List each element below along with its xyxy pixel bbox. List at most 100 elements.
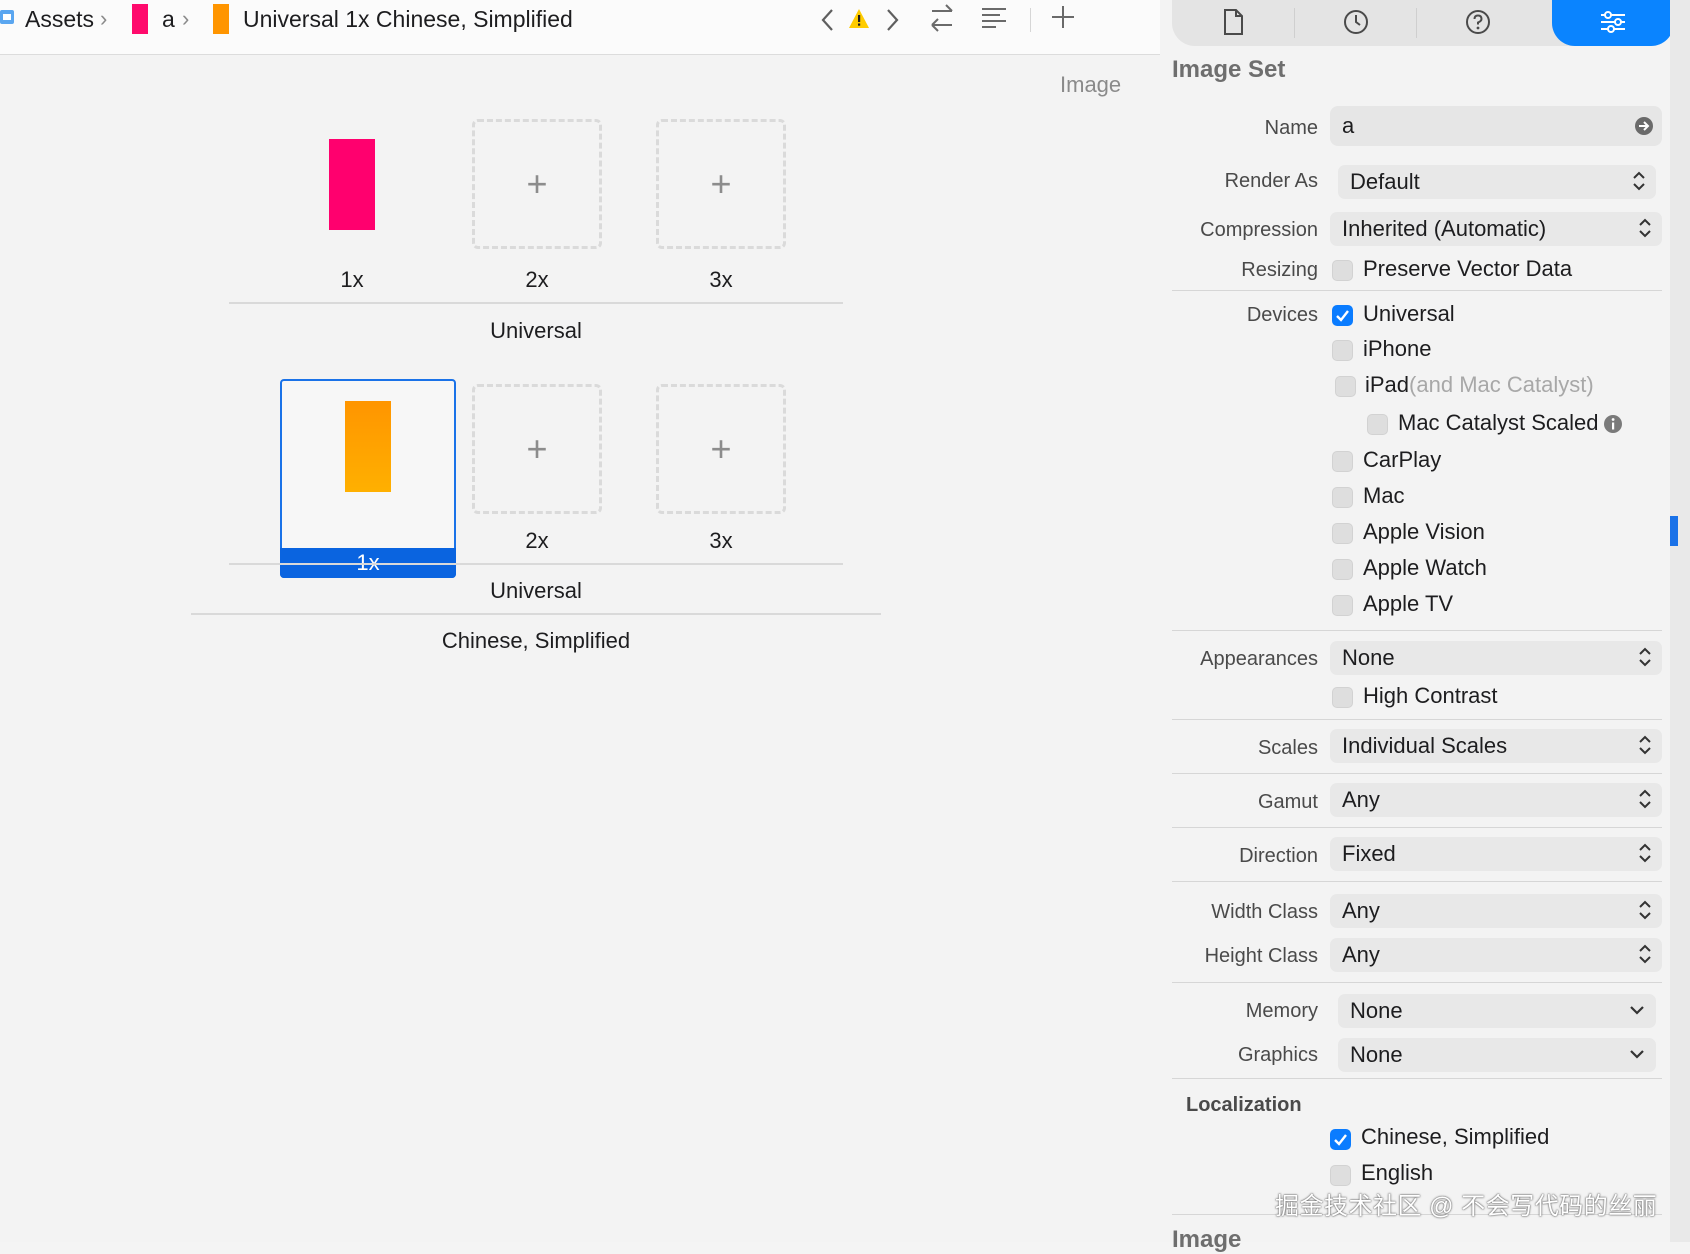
name-value: a bbox=[1342, 113, 1355, 138]
attributes-inspector: Image Set Name a Render As Default Compr… bbox=[1160, 0, 1674, 1253]
compression-popup[interactable]: Inherited (Automatic) bbox=[1330, 212, 1662, 246]
section-divider bbox=[1172, 290, 1662, 291]
popup-arrows-icon bbox=[1639, 789, 1651, 809]
device-ipad-text: iPad(and Mac Catalyst) bbox=[1365, 372, 1594, 398]
popup-arrows-icon bbox=[1639, 843, 1651, 863]
graphics-popup[interactable]: None bbox=[1338, 1038, 1656, 1072]
breadcrumb-image[interactable]: Universal 1x Chinese, Simplified bbox=[243, 0, 573, 38]
device-iphone-label: iPhone bbox=[1363, 336, 1432, 361]
tab-attributes-inspector[interactable] bbox=[1552, 0, 1674, 46]
add-image-icon: + bbox=[710, 428, 732, 469]
localization-header: Localization bbox=[1186, 1094, 1302, 1116]
group-divider bbox=[229, 302, 843, 304]
jump-bar: Assets › a › Universal 1x Chinese, Simpl… bbox=[0, 0, 1160, 55]
height-class-popup[interactable]: Any bbox=[1330, 938, 1662, 972]
inspector-title: Image Set bbox=[1172, 56, 1286, 83]
name-field[interactable]: a bbox=[1330, 106, 1662, 146]
add-image-icon: + bbox=[526, 428, 548, 469]
high-contrast-checkbox[interactable] bbox=[1332, 687, 1353, 708]
editor-options-icon[interactable] bbox=[980, 4, 1008, 37]
localization-english-label: English bbox=[1361, 1160, 1434, 1185]
device-ipad-checkbox[interactable] bbox=[1335, 376, 1356, 397]
add-icon[interactable] bbox=[1050, 4, 1076, 35]
file-inspector-icon bbox=[1224, 9, 1243, 35]
section-divider bbox=[1172, 630, 1662, 631]
image-slot-1x[interactable] bbox=[287, 119, 417, 249]
device-universal-checkbox[interactable] bbox=[1332, 305, 1353, 326]
device-carplay-label: CarPlay bbox=[1363, 447, 1442, 472]
device-iphone-checkbox[interactable] bbox=[1332, 340, 1353, 361]
section-divider bbox=[1172, 719, 1662, 720]
device-apple-watch-label: Apple Watch bbox=[1363, 555, 1487, 580]
device-ipad-suffix: (and Mac Catalyst) bbox=[1409, 372, 1594, 397]
section-divider bbox=[1172, 881, 1662, 882]
scale-label: 2x bbox=[525, 267, 549, 292]
gamut-popup[interactable]: Any bbox=[1330, 783, 1662, 817]
popup-arrows-icon bbox=[1639, 647, 1651, 667]
window-edge bbox=[1670, 0, 1690, 1242]
section-divider bbox=[1172, 982, 1662, 983]
warning-icon[interactable] bbox=[848, 8, 870, 35]
direction-label: Direction bbox=[1239, 845, 1318, 867]
scale-label: 3x bbox=[709, 528, 733, 553]
forward-icon[interactable] bbox=[884, 8, 900, 37]
name-label: Name bbox=[1264, 117, 1318, 139]
group-label-universal: Universal bbox=[490, 578, 582, 603]
chevron-down-icon bbox=[1630, 1050, 1644, 1059]
device-mac-catalyst-scaled-checkbox[interactable] bbox=[1367, 414, 1388, 435]
localization-english-checkbox[interactable] bbox=[1330, 1165, 1351, 1186]
device-apple-watch-checkbox[interactable] bbox=[1332, 559, 1353, 580]
device-mac-catalyst-scaled-label: Mac Catalyst Scaled bbox=[1398, 410, 1599, 435]
localization-chinese-simplified-checkbox[interactable] bbox=[1330, 1129, 1351, 1150]
image-slot-3x[interactable]: + bbox=[656, 119, 786, 249]
popup-arrows-icon bbox=[1639, 944, 1651, 964]
attributes-inspector-icon bbox=[1601, 11, 1625, 33]
checkmark-icon bbox=[1334, 1134, 1347, 1146]
inspector-tab-bar bbox=[1172, 0, 1674, 46]
group-label-universal: Universal bbox=[490, 318, 582, 343]
popup-arrows-icon bbox=[1639, 218, 1651, 238]
breadcrumb-image-set[interactable]: a bbox=[162, 0, 175, 38]
breadcrumb-assets[interactable]: Assets bbox=[25, 0, 94, 38]
appearances-popup[interactable]: None bbox=[1330, 641, 1662, 675]
device-apple-vision-checkbox[interactable] bbox=[1332, 523, 1353, 544]
image-slot-2x[interactable]: + bbox=[472, 384, 602, 514]
image-thumbnail bbox=[329, 139, 375, 230]
compression-label: Compression bbox=[1200, 219, 1318, 241]
canvas-header-image: Image bbox=[1060, 72, 1122, 97]
preserve-vector-data-checkbox[interactable] bbox=[1332, 260, 1353, 281]
scales-popup[interactable]: Individual Scales bbox=[1330, 729, 1662, 763]
group-divider bbox=[229, 563, 843, 565]
tab-help-inspector[interactable] bbox=[1416, 0, 1538, 46]
info-icon[interactable] bbox=[1603, 414, 1623, 434]
device-mac-checkbox[interactable] bbox=[1332, 487, 1353, 508]
tab-file-inspector[interactable] bbox=[1172, 0, 1294, 46]
add-image-icon: + bbox=[710, 163, 732, 204]
back-icon[interactable] bbox=[820, 8, 836, 37]
gamut-value: Any bbox=[1342, 787, 1380, 812]
render-as-popup[interactable]: Default bbox=[1338, 165, 1656, 199]
image-slot-2x[interactable]: + bbox=[472, 119, 602, 249]
width-class-value: Any bbox=[1342, 898, 1380, 923]
go-arrow-icon[interactable] bbox=[1634, 116, 1654, 136]
memory-popup[interactable]: None bbox=[1338, 994, 1656, 1028]
render-as-value: Default bbox=[1350, 169, 1420, 194]
breadcrumb-chevron-icon: › bbox=[100, 6, 108, 31]
scale-label: 2x bbox=[525, 528, 549, 553]
localization-divider bbox=[191, 613, 881, 615]
swap-icon[interactable] bbox=[928, 2, 956, 39]
localization-chinese-simplified-label: Chinese, Simplified bbox=[1361, 1124, 1550, 1149]
image-slot-3x[interactable]: + bbox=[656, 384, 786, 514]
direction-popup[interactable]: Fixed bbox=[1330, 837, 1662, 871]
appearances-value: None bbox=[1342, 645, 1395, 670]
width-class-popup[interactable]: Any bbox=[1330, 894, 1662, 928]
height-class-value: Any bbox=[1342, 942, 1380, 967]
preserve-vector-data-label: Preserve Vector Data bbox=[1363, 256, 1573, 281]
tab-history-inspector[interactable] bbox=[1294, 0, 1416, 46]
render-as-label: Render As bbox=[1224, 170, 1318, 192]
breadcrumb-chevron-icon: › bbox=[182, 6, 190, 31]
device-apple-tv-checkbox[interactable] bbox=[1332, 595, 1353, 616]
assets-icon[interactable] bbox=[0, 8, 16, 33]
device-carplay-checkbox[interactable] bbox=[1332, 451, 1353, 472]
appearances-label: Appearances bbox=[1200, 648, 1318, 670]
